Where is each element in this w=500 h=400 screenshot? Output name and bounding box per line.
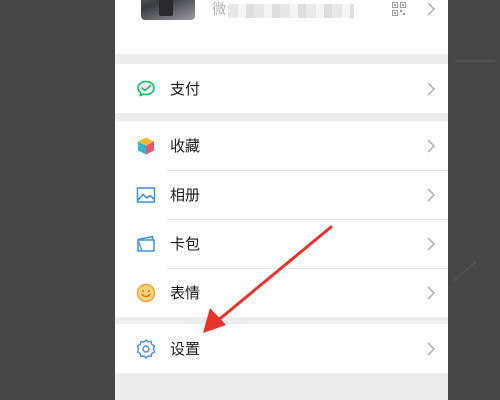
chevron-right-icon — [427, 237, 436, 251]
profile-card[interactable]: 微 — [115, 0, 448, 54]
background-streak — [455, 60, 495, 62]
chevron-right-icon — [427, 342, 436, 356]
emoji-smile-icon — [136, 283, 156, 303]
settings-group: 设置 — [115, 324, 448, 373]
menu-item-pay[interactable]: 支付 — [115, 64, 448, 113]
background-streak — [452, 260, 478, 282]
album-icon — [136, 187, 156, 203]
menu-item-favorites[interactable]: 收藏 — [115, 121, 448, 170]
menu-item-label: 收藏 — [170, 137, 201, 155]
menu-item-label: 支付 — [170, 80, 201, 98]
chevron-right-icon — [427, 286, 436, 300]
menu-item-label: 卡包 — [170, 235, 201, 253]
pay-group: 支付 — [115, 64, 448, 113]
wechat-id-prefix: 微 — [212, 2, 226, 18]
redacted-wechat-id — [228, 4, 354, 18]
menu-item-settings[interactable]: 设置 — [115, 324, 448, 373]
qr-code-icon[interactable] — [392, 2, 406, 16]
menu-item-label: 表情 — [170, 284, 201, 302]
chevron-right-icon — [427, 139, 436, 153]
favorites-cube-icon — [138, 137, 154, 155]
menu-item-album[interactable]: 相册 — [115, 170, 448, 219]
features-group: 收藏 相册 卡包 表情 — [115, 121, 448, 317]
gear-icon — [136, 339, 156, 359]
menu-item-label: 设置 — [170, 340, 201, 358]
menu-item-label: 相册 — [170, 186, 201, 204]
chevron-right-icon — [427, 82, 436, 96]
chevron-right-icon — [427, 2, 436, 16]
chevron-right-icon — [427, 188, 436, 202]
menu-item-stickers[interactable]: 表情 — [115, 268, 448, 317]
me-page-screen: 微 支付 收藏 相册 卡包 表情 设置 — [115, 0, 448, 400]
card-wallet-icon — [137, 235, 155, 252]
menu-item-cards[interactable]: 卡包 — [115, 219, 448, 268]
avatar[interactable] — [141, 0, 195, 20]
wechat-pay-icon — [137, 80, 155, 97]
